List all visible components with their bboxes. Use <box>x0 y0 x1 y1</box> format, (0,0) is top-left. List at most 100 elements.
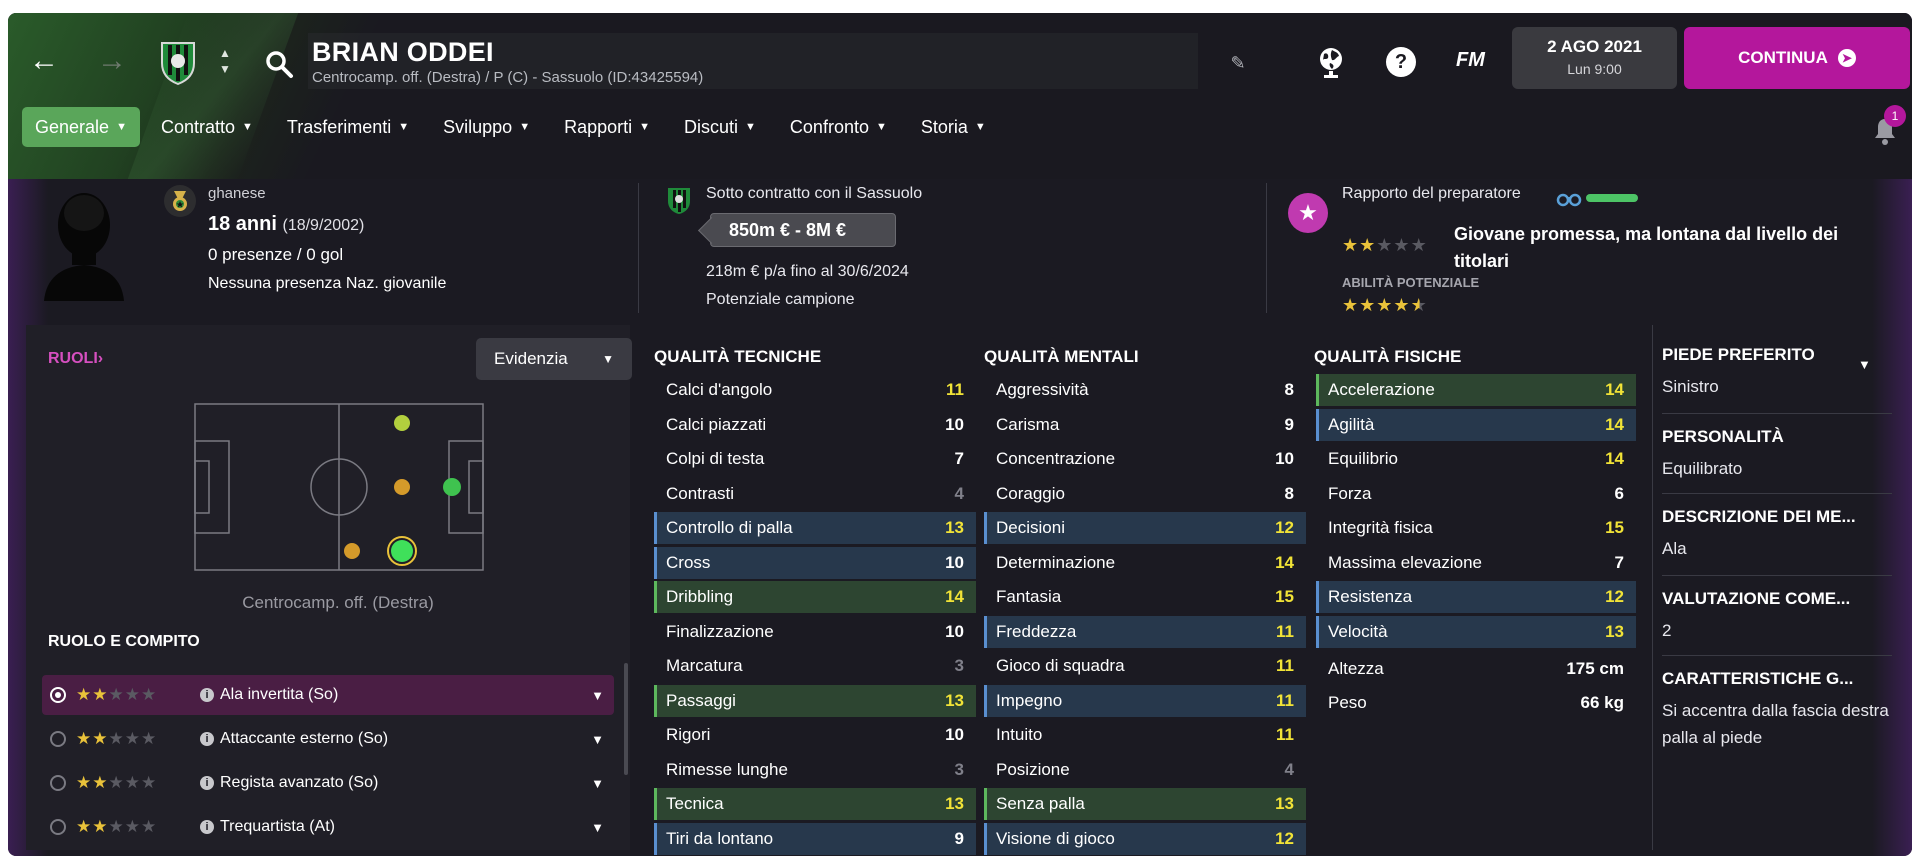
role-radio[interactable] <box>50 687 66 703</box>
tab-storia[interactable]: Storia ▼ <box>908 107 999 147</box>
tab-discuti[interactable]: Discuti ▼ <box>671 107 769 147</box>
edit-pencil-icon[interactable]: ✎ <box>1226 51 1250 75</box>
position-dot[interactable] <box>394 415 410 431</box>
technical-title: QUALITÀ TECNICHE <box>654 347 822 366</box>
notification-bell-icon[interactable]: 1 <box>1874 105 1906 149</box>
chevron-down-icon[interactable]: ▼ <box>1858 357 1871 372</box>
nationality-flag-icon[interactable] <box>164 185 196 217</box>
attribute-row[interactable]: Concentrazione 10 <box>984 443 1306 475</box>
attribute-row[interactable]: Finalizzazione 10 <box>654 616 976 648</box>
tab-sviluppo[interactable]: Sviluppo ▼ <box>430 107 543 147</box>
attribute-row[interactable]: Dribbling 14 <box>654 581 976 613</box>
attribute-name: Calci piazzati <box>666 414 767 434</box>
world-globe-icon[interactable] <box>1316 45 1346 79</box>
attribute-value: 14 <box>1275 552 1294 572</box>
attribute-row[interactable]: Integrità fisica 15 <box>1316 512 1636 544</box>
attribute-row[interactable]: Forza 6 <box>1316 478 1636 510</box>
attribute-row[interactable]: Calci d'angolo 11 <box>654 374 976 406</box>
attribute-row[interactable]: Coraggio 8 <box>984 478 1306 510</box>
attribute-row[interactable]: Freddezza 11 <box>984 615 1306 648</box>
back-arrow-icon[interactable]: ← <box>26 43 62 79</box>
attribute-row[interactable]: Contrasti 4 <box>654 478 976 510</box>
attribute-row[interactable]: Posizione 4 <box>984 754 1306 786</box>
chevron-down-icon[interactable]: ▼ <box>591 820 604 835</box>
info-icon[interactable]: i <box>200 688 214 702</box>
attribute-row[interactable]: Equilibrio 14 <box>1316 443 1636 475</box>
help-icon[interactable]: ? <box>1386 47 1416 77</box>
role-list-scrollbar[interactable] <box>624 663 628 775</box>
chevron-down-icon[interactable]: ▼ <box>591 776 604 791</box>
attribute-row[interactable]: Agilità 14 <box>1316 408 1636 441</box>
continue-button[interactable]: CONTINUA ➤ <box>1684 27 1910 89</box>
attribute-row[interactable]: Tiri da lontano 9 <box>654 822 976 855</box>
info-icon[interactable]: i <box>200 776 214 790</box>
attribute-name: Freddezza <box>996 621 1077 641</box>
position-dot[interactable] <box>344 543 360 559</box>
highlight-dropdown[interactable]: Evidenzia ▼ <box>476 338 632 380</box>
attribute-row[interactable]: Colpi di testa 7 <box>654 443 976 475</box>
attribute-row[interactable]: Resistenza 12 <box>1316 581 1636 613</box>
scout-knowledge-bar <box>1586 194 1638 202</box>
role-radio[interactable] <box>50 775 66 791</box>
attribute-row[interactable]: Accelerazione 14 <box>1316 374 1636 406</box>
position-dot[interactable] <box>443 478 461 496</box>
preferred-foot-block[interactable]: PIEDE PREFERITO Sinistro <box>1662 345 1892 400</box>
role-row[interactable]: ★★★★★ i Attaccante esterno (So) ▼ <box>42 719 614 759</box>
attribute-row[interactable]: Controllo di palla 13 <box>654 512 976 544</box>
attribute-row[interactable]: Rigori 10 <box>654 719 976 751</box>
attribute-row[interactable]: Senza palla 13 <box>984 788 1306 820</box>
attribute-row[interactable]: Decisioni 12 <box>984 512 1306 544</box>
game-date-box[interactable]: 2 AGO 2021 Lun 9:00 <box>1512 27 1677 89</box>
chevron-down-icon[interactable]: ▼ <box>591 732 604 747</box>
tab-confronto[interactable]: Confronto ▼ <box>777 107 900 147</box>
role-row[interactable]: ★★★★★ i Ala invertita (So) ▼ <box>42 675 614 715</box>
role-name: Attaccante esterno (So) <box>220 730 389 747</box>
attribute-row[interactable]: Aggressività 8 <box>984 374 1306 406</box>
tab-contratto[interactable]: Contratto ▼ <box>148 107 266 147</box>
info-icon[interactable]: i <box>200 820 214 834</box>
attribute-row[interactable]: Passaggi 13 <box>654 684 976 717</box>
attribute-name: Determinazione <box>996 552 1116 572</box>
transfer-value-tag[interactable]: 850m € - 8M € <box>710 213 896 247</box>
chevron-down-icon: ▼ <box>745 121 756 133</box>
attribute-row[interactable]: Tecnica 13 <box>654 788 976 820</box>
role-row[interactable]: ★★★★★ i Trequartista (At) ▼ <box>42 807 614 847</box>
club-crest-small-icon[interactable] <box>664 185 694 215</box>
attribute-row[interactable]: Intuito 11 <box>984 719 1306 751</box>
player-switch-arrows-icon[interactable]: ▲ ▼ <box>214 41 236 81</box>
roles-link[interactable]: RUOLI› <box>48 350 103 368</box>
search-icon[interactable] <box>264 49 294 79</box>
attribute-row[interactable]: Impegno 11 <box>984 684 1306 717</box>
player-avatar <box>42 183 126 301</box>
info-icon[interactable]: i <box>200 732 214 746</box>
tab-generale[interactable]: Generale ▼ <box>22 107 140 147</box>
attribute-row[interactable]: Carisma 9 <box>984 409 1306 441</box>
attribute-value: 9 <box>1284 414 1294 434</box>
tab-rapporti[interactable]: Rapporti ▼ <box>551 107 663 147</box>
chevron-down-icon[interactable]: ▼ <box>591 688 604 703</box>
forward-arrow-icon[interactable]: → <box>94 43 130 79</box>
attribute-name: Impegno <box>996 690 1063 710</box>
fm-logo[interactable]: FM <box>1456 49 1485 72</box>
club-crest-icon[interactable] <box>158 39 198 86</box>
attribute-row[interactable]: Massima elevazione 7 <box>1316 547 1636 579</box>
attribute-row[interactable]: Rimesse lunghe 3 <box>654 754 976 786</box>
attribute-row[interactable]: Marcatura 3 <box>654 650 976 682</box>
role-radio[interactable] <box>50 731 66 747</box>
potential-ability-label: ABILITÀ POTENZIALE <box>1342 275 1480 290</box>
role-radio[interactable] <box>50 819 66 835</box>
attribute-value: 10 <box>945 552 964 572</box>
tab-trasferimenti[interactable]: Trasferimenti ▼ <box>274 107 422 147</box>
position-dot[interactable] <box>394 479 410 495</box>
attribute-row[interactable]: Cross 10 <box>654 546 976 579</box>
attribute-row[interactable]: Determinazione 14 <box>984 547 1306 579</box>
attribute-row[interactable]: Visione di gioco 12 <box>984 822 1306 855</box>
current-position-dot[interactable] <box>391 540 413 562</box>
attribute-row[interactable]: Calci piazzati 10 <box>654 409 976 441</box>
attribute-name: Dribbling <box>666 587 734 606</box>
attribute-row[interactable]: Velocità 13 <box>1316 615 1636 648</box>
role-row[interactable]: ★★★★★ i Regista avanzato (So) ▼ <box>42 763 614 803</box>
pitch-positions-map[interactable] <box>194 403 484 571</box>
attribute-row[interactable]: Gioco di squadra 11 <box>984 650 1306 682</box>
attribute-row[interactable]: Fantasia 15 <box>984 581 1306 613</box>
